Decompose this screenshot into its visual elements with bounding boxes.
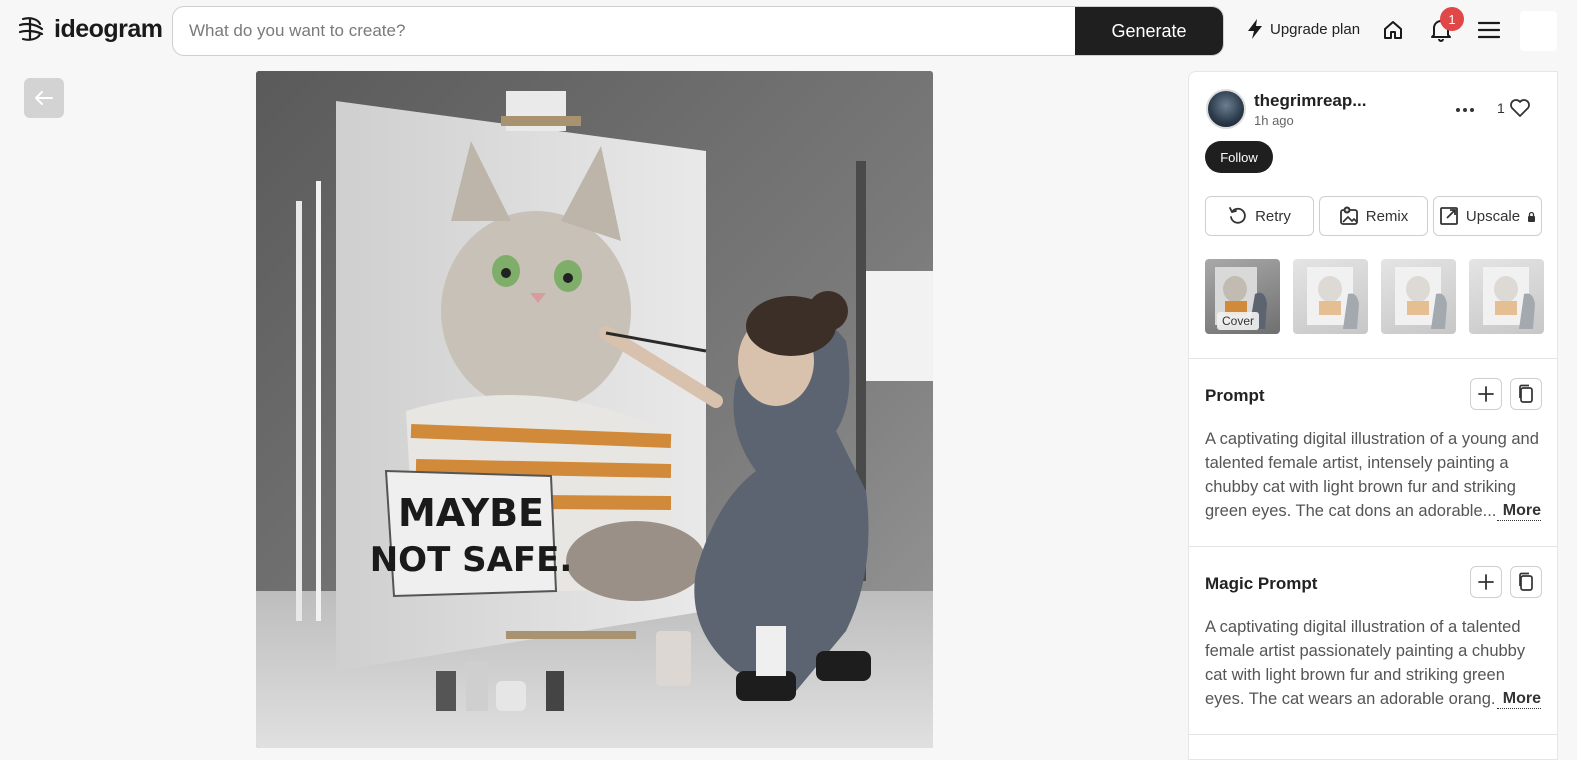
prompt-more-link[interactable]: More xyxy=(1496,502,1541,521)
variant-thumbnail[interactable] xyxy=(1293,259,1368,334)
author-avatar[interactable] xyxy=(1206,89,1246,129)
add-magic-prompt-button[interactable] xyxy=(1470,566,1502,598)
prompt-search-bar: Generate xyxy=(172,6,1224,56)
arrow-left-icon xyxy=(35,91,53,105)
generated-image[interactable]: MAYBE NOT SAFE. xyxy=(256,71,933,748)
image-actions: Retry Remix Upscale xyxy=(1205,196,1542,236)
thumbnail-image xyxy=(1307,267,1359,329)
remix-label: Remix xyxy=(1365,207,1409,225)
copy-prompt-button[interactable] xyxy=(1510,378,1542,410)
follow-button[interactable]: Follow xyxy=(1205,141,1273,173)
more-options-button[interactable] xyxy=(1455,98,1475,121)
more-horizontal-icon xyxy=(1456,108,1474,112)
prompt-input[interactable] xyxy=(173,7,1075,55)
plus-icon xyxy=(1478,386,1494,402)
back-button[interactable] xyxy=(24,78,64,118)
profile-avatar[interactable] xyxy=(1520,11,1557,51)
copy-icon xyxy=(1519,384,1533,403)
retry-label: Retry xyxy=(1255,207,1291,225)
section-divider xyxy=(1189,546,1557,547)
section-divider xyxy=(1189,734,1557,735)
prompt-heading: Prompt xyxy=(1205,386,1265,405)
like-button[interactable] xyxy=(1509,98,1531,123)
logo[interactable]: ideogram xyxy=(16,14,163,44)
thumbnail-image xyxy=(1395,267,1447,329)
upgrade-plan-label: Upgrade plan xyxy=(1270,20,1361,38)
author-info[interactable]: thegrimreap... 1h ago xyxy=(1206,89,1366,129)
post-details-panel: thegrimreap... 1h ago 1 Follow Retry Rem… xyxy=(1188,71,1558,760)
post-time: 1h ago xyxy=(1254,112,1294,128)
brand-name: ideogram xyxy=(54,14,163,43)
notification-badge: 1 xyxy=(1440,7,1464,31)
sign-text-line2: NOT SAFE. xyxy=(370,540,573,580)
upgrade-plan-link[interactable]: Upgrade plan xyxy=(1246,18,1360,40)
cover-label: Cover xyxy=(1217,312,1260,330)
variant-thumbnail[interactable]: Cover xyxy=(1205,259,1280,334)
remix-icon xyxy=(1339,206,1358,225)
remix-button[interactable]: Remix xyxy=(1319,196,1428,236)
section-divider xyxy=(1189,358,1557,359)
variant-thumbnail[interactable] xyxy=(1469,259,1544,334)
home-icon xyxy=(1384,21,1402,39)
prompt-text: A captivating digital illustration of a … xyxy=(1205,430,1539,520)
magic-prompt-more-link[interactable]: More xyxy=(1496,690,1541,709)
generate-button[interactable]: Generate xyxy=(1075,7,1223,55)
cat-painting-illustration: MAYBE NOT SAFE. xyxy=(256,71,933,748)
add-prompt-button[interactable] xyxy=(1470,378,1502,410)
sign-text-line1: MAYBE xyxy=(398,491,544,535)
heart-icon xyxy=(1510,99,1530,117)
lock-icon xyxy=(1528,211,1536,222)
thumbnail-image xyxy=(1483,267,1535,329)
variant-thumbnail[interactable] xyxy=(1381,259,1456,334)
ideogram-logo-icon xyxy=(18,17,44,41)
retry-button[interactable]: Retry xyxy=(1205,196,1314,236)
copy-icon xyxy=(1519,572,1533,591)
menu-button[interactable] xyxy=(1475,16,1503,44)
magic-prompt-heading: Magic Prompt xyxy=(1205,574,1318,593)
upscale-icon xyxy=(1439,207,1458,225)
top-bar: ideogram Generate Upgrade plan 1 xyxy=(0,0,1577,62)
like-count: 1 xyxy=(1497,100,1505,116)
copy-magic-prompt-button[interactable] xyxy=(1510,566,1542,598)
upscale-label: Upscale xyxy=(1465,207,1521,225)
author-username[interactable]: thegrimreap... xyxy=(1254,91,1366,111)
plus-icon xyxy=(1478,574,1494,590)
image-variants: Cover xyxy=(1205,259,1544,334)
magic-prompt-text: A captivating digital illustration of a … xyxy=(1205,618,1526,708)
upscale-button[interactable]: Upscale xyxy=(1433,196,1542,236)
lightning-icon xyxy=(1248,19,1262,39)
home-button[interactable] xyxy=(1379,16,1407,44)
retry-icon xyxy=(1229,207,1246,224)
hamburger-menu-icon xyxy=(1478,21,1500,39)
